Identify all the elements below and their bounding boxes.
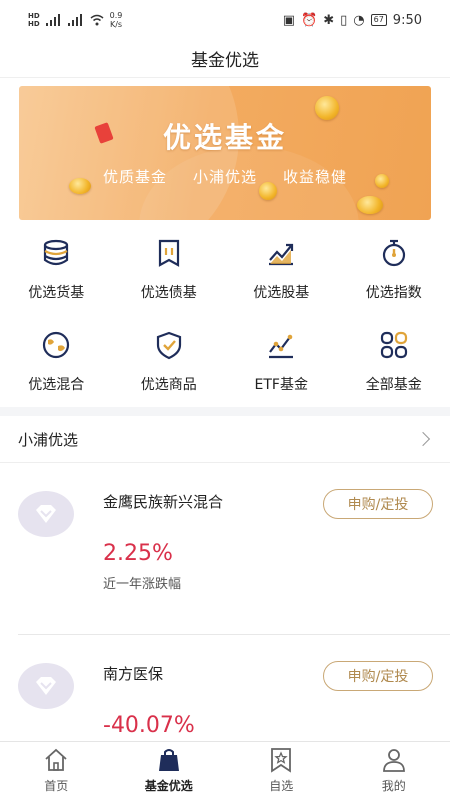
banner-subtitle: 优质基金 <box>102 168 167 186</box>
section-divider <box>0 407 450 416</box>
banner-title: 优选基金 <box>162 121 287 154</box>
category-label: ETF基金 <box>254 377 308 393</box>
diamond-icon <box>36 677 56 695</box>
status-left: HD HD 0.9 K/s <box>28 11 122 29</box>
hd-signal-indicator: HD HD <box>28 12 40 28</box>
coin-stack-icon <box>39 236 73 270</box>
clock: 9:50 <box>392 12 422 28</box>
cell-signal-2-icon <box>67 14 82 26</box>
wifi-icon <box>90 14 104 26</box>
coin-icon <box>357 196 383 214</box>
section-header-xiaopu[interactable]: 小浦优选 <box>0 416 450 462</box>
fund-name: 南方医保 <box>103 665 164 683</box>
category-label: 优选股基 <box>253 285 310 301</box>
diamond-icon <box>36 505 56 523</box>
category-label: 优选债基 <box>140 285 197 301</box>
category-index-fund[interactable]: 优选指数 <box>338 228 450 318</box>
page-title: 基金优选 <box>191 51 259 71</box>
banner-subtitles: 优质基金 小浦优选 收益稳健 <box>19 166 431 187</box>
category-commodity-fund[interactable]: 优选商品 <box>113 320 226 410</box>
banner-subtitle: 收益稳健 <box>283 168 348 186</box>
banner-subtitle: 小浦优选 <box>192 168 257 186</box>
cell-signal-icon <box>45 14 60 26</box>
category-money-fund[interactable]: 优选货基 <box>0 228 113 318</box>
speedometer-icon: ◔ <box>353 12 365 28</box>
subscribe-button[interactable]: 申购/定投 <box>323 661 433 691</box>
globe-icon <box>39 328 73 362</box>
net-speed: 0.9 K/s <box>109 11 123 29</box>
tab-label: 首页 <box>44 779 69 793</box>
bag-icon <box>155 746 183 774</box>
shield-check-icon <box>152 328 186 362</box>
category-label: 优选混合 <box>28 377 85 393</box>
battery-indicator: 67 <box>370 14 387 26</box>
subscribe-button[interactable]: 申购/定投 <box>323 489 433 519</box>
fund-return-label: 近一年涨跌幅 <box>103 577 182 592</box>
bottom-tab-bar: 首页 基金优选 自选 我的 <box>0 741 450 800</box>
category-label: 优选货基 <box>28 285 85 301</box>
promo-banner[interactable]: 优选基金 优质基金 小浦优选 收益稳健 <box>19 86 431 220</box>
status-right: ▣ ⏰ ✱ ▯ ◔ 67 9:50 <box>283 13 422 28</box>
fund-avatar <box>18 663 74 709</box>
tab-label: 我的 <box>381 779 406 793</box>
tab-home[interactable]: 首页 <box>0 742 113 800</box>
fund-card[interactable]: 金鹰民族新兴混合 申购/定投 2.25% 近一年涨跌幅 <box>0 463 450 633</box>
category-mixed-fund[interactable]: 优选混合 <box>0 320 113 410</box>
section-title: 小浦优选 <box>18 430 79 449</box>
category-bond-fund[interactable]: 优选债基 <box>113 228 226 318</box>
title-bar: 基金优选 <box>0 40 450 78</box>
category-row: 优选货基 优选债基 优选股基 优选指数 <box>0 228 450 318</box>
chevron-right-icon <box>415 431 431 447</box>
fund-name: 金鹰民族新兴混合 <box>103 493 224 511</box>
bond-ticket-icon <box>152 236 186 270</box>
tab-mine[interactable]: 我的 <box>338 742 450 800</box>
category-label: 优选指数 <box>365 285 422 301</box>
tab-watchlist[interactable]: 自选 <box>225 742 338 800</box>
fund-avatar <box>18 491 74 537</box>
category-label: 全部基金 <box>365 377 422 393</box>
alarm-icon: ⏰ <box>301 12 318 28</box>
category-row: 优选混合 优选商品 ETF基金 全部基金 <box>0 320 450 410</box>
user-icon <box>380 746 408 774</box>
tab-fund-picks[interactable]: 基金优选 <box>113 742 226 800</box>
fund-return-rate: -40.07% <box>103 713 195 738</box>
bookmark-star-icon <box>267 746 295 774</box>
line-chart-icon <box>264 328 298 362</box>
bluetooth-icon: ✱ <box>323 12 335 28</box>
nfc-icon: ▣ <box>282 12 296 28</box>
category-stock-fund[interactable]: 优选股基 <box>225 228 338 318</box>
home-icon <box>42 746 70 774</box>
category-label: 优选商品 <box>140 377 197 393</box>
vibrate-icon: ▯ <box>340 12 348 28</box>
fund-return-rate: 2.25% <box>103 541 173 566</box>
status-bar: HD HD 0.9 K/s ▣ ⏰ ✱ ▯ ◔ 67 9:50 <box>0 0 450 40</box>
tab-label: 自选 <box>269 779 294 793</box>
stopwatch-icon <box>377 236 411 270</box>
category-all-funds[interactable]: 全部基金 <box>338 320 450 410</box>
grid-icon <box>377 328 411 362</box>
tab-label: 基金优选 <box>144 779 193 793</box>
stock-chart-icon <box>264 236 298 270</box>
category-etf-fund[interactable]: ETF基金 <box>225 320 338 410</box>
